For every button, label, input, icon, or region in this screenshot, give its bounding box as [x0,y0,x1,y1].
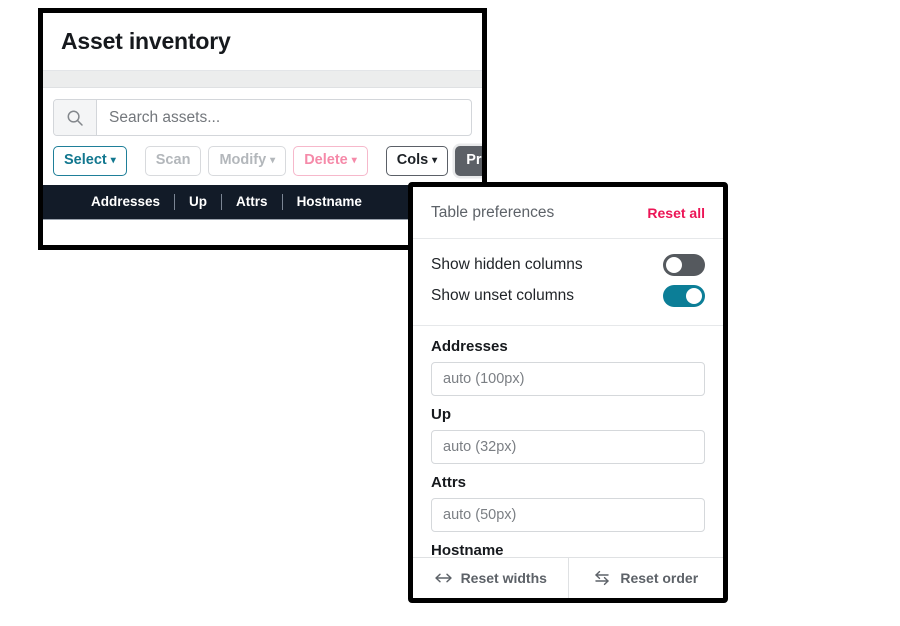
field-label-up: Up [431,406,451,423]
prefs-button-label: Prefs [466,152,482,168]
column-header-label: Up [189,194,208,209]
prefs-button[interactable]: Prefs▾ [455,146,482,176]
field-label-attrs: Attrs [431,474,467,491]
addresses-width-input[interactable] [431,362,705,396]
cols-button[interactable]: Cols ▾ [385,146,449,176]
window-title-bar: Asset inventory [43,13,482,71]
delete-button-label: Delete [304,152,348,168]
delete-button[interactable]: Delete ▾ [293,146,368,176]
scan-button-label: Scan [155,152,191,168]
column-header-label: Addresses [91,194,161,209]
select-button[interactable]: Select ▾ [53,146,127,176]
chevron-down-icon: ▾ [110,155,116,166]
table-preferences-popover: Table preferences Reset all Show hidden … [408,182,728,603]
toggle-label: Show hidden columns [431,255,583,273]
chevron-down-icon: ▾ [270,155,276,166]
column-header-label: Hostname [296,194,362,209]
modify-button[interactable]: Modify ▾ [208,146,287,176]
toolbar-strip [43,71,482,88]
toggle-label: Show unset columns [431,286,575,304]
reset-widths-button[interactable]: Reset widths [413,558,568,598]
cols-button-label: Cols [396,152,429,168]
toggle-row-show-hidden-columns: Show hidden columns [431,249,705,280]
column-header-addresses[interactable]: Addresses [77,194,174,209]
field-label-addresses: Addresses [431,338,508,355]
screen: Asset inventory Select▾ Scan [0,0,900,626]
left-right-arrow-icon [434,572,453,584]
field-label-hostname: Hostname [431,542,504,557]
toggle-knob [666,256,682,273]
select-button-label: Select [64,152,107,168]
prefs-header: Table preferences Reset all [413,187,723,239]
chevron-down-icon: ▾ [351,155,357,166]
up-width-input[interactable] [431,430,705,464]
reset-widths-label: Reset widths [460,570,547,586]
reset-order-label: Reset order [620,570,699,586]
column-header-label: Attrs [236,194,268,209]
prefs-footer: Reset widths Reset order [413,557,723,598]
search-box [53,99,472,136]
search-input[interactable] [97,100,471,135]
search-row [43,88,482,146]
scan-button[interactable]: Scan [144,146,202,176]
column-width-fields: Addresses Up Attrs Hostname [413,326,723,557]
prefs-title: Table preferences [431,203,555,221]
toggle-section: Show hidden columns Show unset columns [413,239,723,326]
show-hidden-columns-toggle[interactable] [663,253,705,276]
column-header-attrs[interactable]: Attrs [222,194,282,209]
column-header-up[interactable]: Up [175,194,221,209]
page-title: Asset inventory [61,28,231,54]
attrs-width-input[interactable] [431,498,705,532]
search-icon[interactable] [54,100,97,135]
reset-all-button[interactable]: Reset all [647,205,705,221]
swap-arrows-icon [593,570,612,586]
chevron-down-icon: ▾ [432,155,438,166]
reset-order-button[interactable]: Reset order [567,558,723,598]
column-header-hostname[interactable]: Hostname [283,194,376,209]
modify-button-label: Modify [219,152,267,168]
show-unset-columns-toggle[interactable] [663,284,705,307]
toggle-row-show-unset-columns: Show unset columns [431,280,705,311]
action-toolbar: Select▾ Scan Modify▾ Delete▾ Cols▾ Prefs… [43,146,482,185]
toggle-knob [686,287,702,304]
